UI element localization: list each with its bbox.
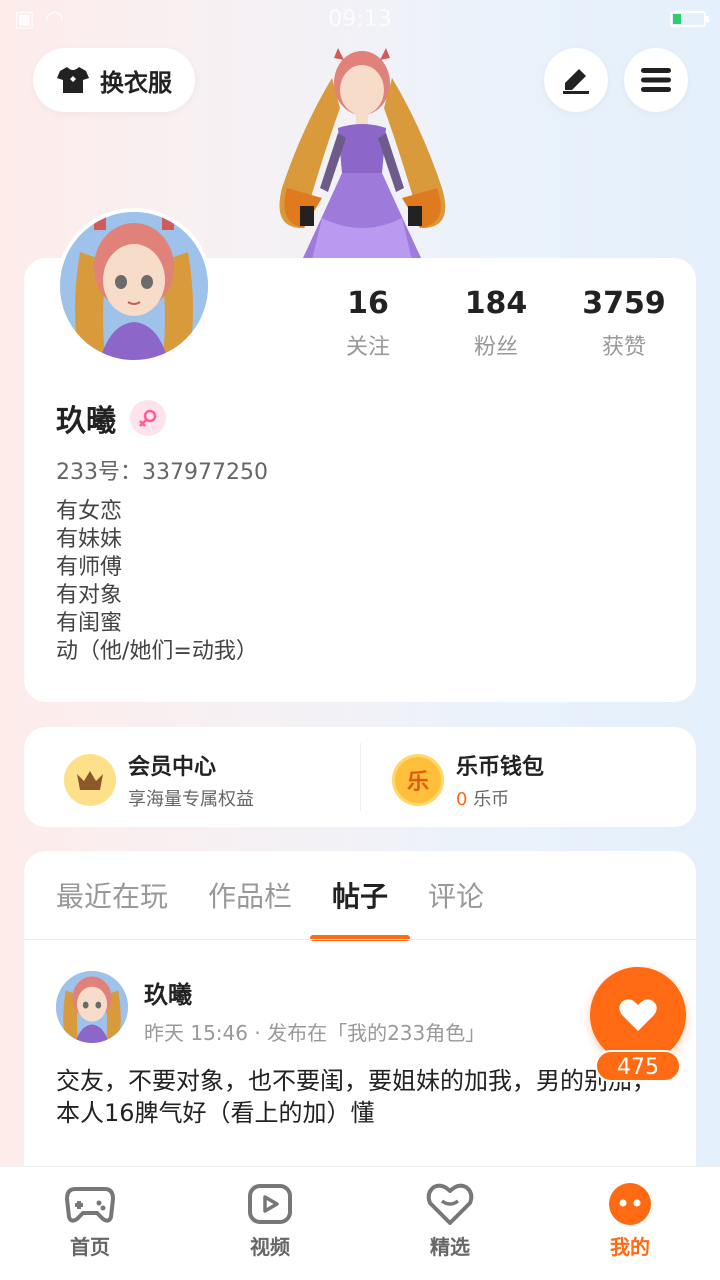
post-author-avatar[interactable] <box>56 971 128 1043</box>
bio-line: 有师傅 <box>56 555 123 580</box>
nav-profile[interactable]: 我的 <box>540 1167 720 1280</box>
bio-line: 有闺蜜 <box>56 611 123 636</box>
wallet-title: 乐币钱包 <box>456 755 545 780</box>
avatar[interactable] <box>56 208 212 364</box>
tab-comments[interactable]: 评论 <box>428 875 484 941</box>
wallet-amount: 0 <box>456 789 468 810</box>
member-center-title: 会员中心 <box>128 755 217 780</box>
heart-chat-icon <box>426 1183 474 1225</box>
status-icons: ▣ ◠ <box>14 7 64 32</box>
bio-line: 有女恋 <box>56 499 123 524</box>
nav-home[interactable]: 首页 <box>0 1167 180 1280</box>
coin-glyph: 乐 <box>406 770 429 795</box>
nav-home-label: 首页 <box>70 1235 110 1259</box>
post-author-name[interactable]: 玖曦 <box>144 975 192 1010</box>
nav-featured-label: 精选 <box>430 1235 470 1259</box>
stat-value: 16 <box>347 286 389 321</box>
pen-icon <box>563 69 589 94</box>
wifi-icon: ◠ <box>44 6 64 32</box>
tshirt-icon <box>57 67 89 93</box>
vip-card: 会员中心 享海量专属权益 乐 乐币钱包 0 乐币 <box>24 727 696 827</box>
nav-video[interactable]: 视频 <box>180 1167 360 1280</box>
stat-likes[interactable]: 3759 获赞 <box>560 286 688 361</box>
post-avatar-portrait <box>56 971 128 1043</box>
battery-icon <box>670 11 709 27</box>
bio-line: 动（他/她们=动我） <box>56 639 258 664</box>
divider <box>360 743 361 811</box>
profile-icon <box>609 1183 651 1225</box>
coin-icon: 乐 <box>392 754 444 806</box>
wallet-unit: 乐币 <box>473 789 510 810</box>
bio-line: 有妹妹 <box>56 527 123 552</box>
female-icon <box>130 400 166 436</box>
avatar-figure[interactable] <box>262 38 462 260</box>
member-center[interactable]: 会员中心 享海量专属权益 <box>64 749 254 811</box>
like-count: 475 <box>595 1050 681 1082</box>
user-id[interactable]: 233号：337977250 <box>56 454 268 486</box>
post-meta: 昨天 15:46 · 发布在「我的233角色」 <box>144 1021 486 1045</box>
edit-profile-button[interactable] <box>544 48 608 112</box>
stat-following[interactable]: 16 关注 <box>304 286 432 361</box>
video-icon <box>248 1184 292 1224</box>
stat-value: 3759 <box>582 286 666 321</box>
status-bar: ▣ ◠ 09:13 <box>0 0 720 38</box>
member-center-subtitle: 享海量专属权益 <box>128 789 254 810</box>
stat-label: 获赞 <box>601 335 646 360</box>
nav-featured[interactable]: 精选 <box>360 1167 540 1280</box>
tab-works[interactable]: 作品栏 <box>208 875 292 941</box>
wallet-balance: 0 乐币 <box>456 785 544 811</box>
tab-posts[interactable]: 帖子 <box>310 875 411 941</box>
nav-profile-label: 我的 <box>610 1235 650 1259</box>
name-row: 玖曦 <box>56 396 166 440</box>
nav-video-label: 视频 <box>250 1235 290 1259</box>
bottom-nav: 首页 视频 精选 我的 <box>0 1166 720 1280</box>
crown-icon <box>64 754 116 806</box>
bio: 有女恋 有妹妹 有师傅 有对象 有闺蜜 动（他/她们=动我） <box>56 498 258 666</box>
menu-icon <box>641 68 671 92</box>
heart-icon <box>619 999 657 1031</box>
stat-label: 关注 <box>345 335 390 360</box>
tabs-divider <box>24 939 696 940</box>
status-time: 09:13 <box>328 6 392 32</box>
stat-value: 184 <box>464 286 528 321</box>
change-outfit-button[interactable]: 换衣服 <box>33 48 195 112</box>
post-content[interactable]: 交友，不要对象，也不要闺，要姐妹的加我，男的别加，本人16脾气好（看上的加）懂 <box>56 1065 656 1129</box>
change-outfit-label: 换衣服 <box>100 68 172 97</box>
profile-tabs: 最近在玩 作品栏 帖子 评论 <box>56 875 484 941</box>
like-button[interactable] <box>590 967 686 1063</box>
avatar-portrait <box>60 212 208 360</box>
menu-button[interactable] <box>624 48 688 112</box>
stats-row: 16 关注 184 粉丝 3759 获赞 <box>304 286 688 361</box>
gamepad-icon <box>65 1187 115 1223</box>
tab-recent-played[interactable]: 最近在玩 <box>56 875 168 941</box>
coin-wallet[interactable]: 乐 乐币钱包 0 乐币 <box>392 749 544 811</box>
stat-followers[interactable]: 184 粉丝 <box>432 286 560 361</box>
notification-icon: ▣ <box>14 6 35 32</box>
stat-label: 粉丝 <box>473 335 518 360</box>
profile-name: 玖曦 <box>56 404 116 439</box>
bio-line: 有对象 <box>56 583 123 608</box>
